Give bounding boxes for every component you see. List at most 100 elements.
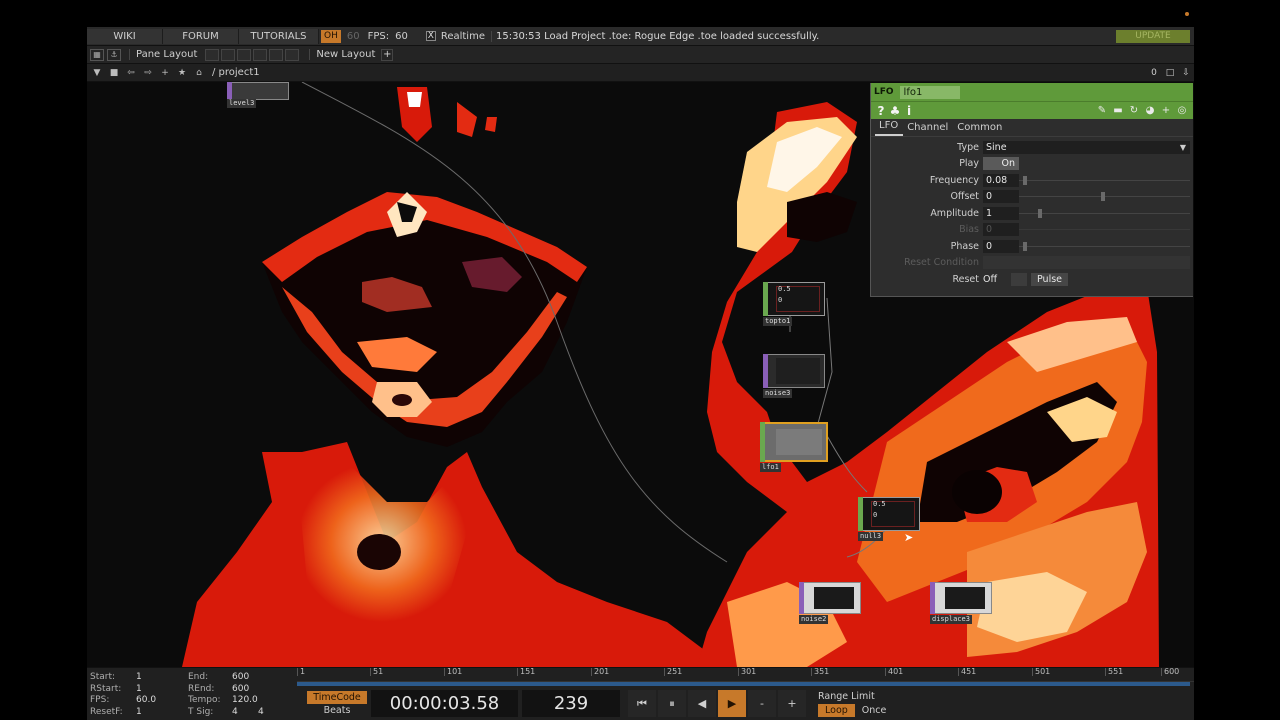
ruler-tick: 551 [1105, 668, 1123, 676]
slider-knob[interactable] [1101, 192, 1105, 202]
python-help-icon[interactable]: ♣ [888, 104, 902, 118]
timeline-playbar[interactable] [297, 682, 1190, 686]
layout-slot-5[interactable] [269, 48, 284, 61]
layout-slot-2[interactable] [221, 48, 236, 61]
back-icon[interactable]: ⇦ [124, 68, 138, 78]
timecode-button[interactable]: TimeCode [307, 690, 367, 704]
stat-row: ResetF: 1 T Sig: 4 4 [90, 707, 295, 719]
type-menu[interactable]: Sine ▼ [983, 140, 1190, 154]
timeline-ruler[interactable]: 1 51 101 151 201 251 301 351 401 451 501 551 600 [297, 668, 1194, 682]
node-topto1[interactable]: 0.5 0 topto1 [763, 282, 825, 326]
stat-value[interactable]: 4 [232, 707, 258, 719]
once-button[interactable]: Once [855, 704, 894, 717]
param-label: Reset [952, 273, 979, 285]
reset-condition-field [983, 256, 1190, 270]
operator-name-field[interactable]: lfo1 [899, 85, 960, 99]
wiki-button[interactable]: WIKI [87, 28, 163, 44]
forward-icon[interactable]: ⇨ [141, 68, 155, 78]
layout-slot-1[interactable] [205, 48, 220, 61]
play-toggle[interactable]: On [983, 157, 1019, 171]
add-icon[interactable]: + [158, 68, 172, 78]
stat-value[interactable]: 1 [136, 684, 188, 696]
plus-button[interactable]: + [778, 690, 806, 717]
target-icon[interactable]: ◎ [1174, 105, 1190, 116]
maximize-icon[interactable]: □ [1162, 68, 1178, 78]
export-icon[interactable]: ↻ [1126, 105, 1142, 116]
tab-lfo[interactable]: LFO [875, 120, 904, 136]
stat-key: Tempo: [188, 695, 221, 705]
node-level3[interactable]: level3 [227, 82, 289, 108]
tab-channel[interactable]: Channel [903, 122, 953, 136]
pause-icon[interactable]: ⏸ [658, 690, 686, 717]
frequency-slider[interactable] [1019, 174, 1190, 187]
ruler-tick: 1 [297, 668, 305, 676]
color-icon[interactable]: ◕ [1142, 105, 1158, 116]
rewind-icon[interactable]: ⏮ [628, 690, 656, 717]
oh-badge[interactable]: OH [321, 29, 341, 43]
realtime-checkbox[interactable]: X [425, 31, 436, 41]
slider-knob[interactable] [1038, 208, 1042, 218]
tab-common[interactable]: Common [953, 122, 1007, 136]
add-layout-button[interactable]: + [381, 48, 394, 61]
node-label: lfo1 [760, 463, 781, 472]
node-displace3[interactable]: displace3 [930, 582, 992, 624]
help-icon[interactable]: ? [874, 104, 888, 118]
stat-value[interactable]: 60.0 [136, 695, 188, 707]
add-icon[interactable]: + [1158, 105, 1174, 116]
comment-icon[interactable]: ▬ [1110, 105, 1126, 116]
loop-button[interactable]: Loop [818, 704, 855, 717]
reset-toggle[interactable] [1011, 272, 1027, 286]
slider-track [1019, 245, 1190, 247]
stat-value[interactable]: 600 [232, 684, 284, 696]
realtime-label: Realtime [440, 30, 485, 42]
minus-button[interactable]: - [748, 690, 776, 717]
node-noise2[interactable]: noise2 [799, 582, 861, 624]
stat-value[interactable]: 1 [136, 672, 188, 684]
stat-value[interactable]: 120.0 [232, 695, 284, 707]
amplitude-field[interactable]: 1 [983, 206, 1019, 220]
step-back-icon[interactable]: ◀ [688, 690, 716, 717]
stat-value[interactable]: 1 [136, 707, 188, 719]
download-icon[interactable]: ⇩ [1178, 68, 1194, 78]
phase-field[interactable]: 0 [983, 239, 1019, 253]
play-icon[interactable]: ▶ [718, 690, 746, 717]
star-icon[interactable]: ★ [175, 68, 189, 78]
stat-row: Start: 1 End: 600 [90, 672, 295, 684]
time-display[interactable]: 00:00:03.58 [371, 690, 518, 717]
home-icon[interactable]: ⌂ [192, 68, 206, 78]
slider-knob[interactable] [1023, 241, 1027, 251]
layout-slot-3[interactable] [237, 48, 252, 61]
layout-slot-6[interactable] [285, 48, 300, 61]
pane-link-icon[interactable]: ⚓ [107, 48, 121, 61]
slider-knob[interactable] [1023, 175, 1027, 185]
param-header: LFO lfo1 [871, 83, 1193, 101]
chevron-down-icon[interactable]: ▼ [90, 68, 104, 78]
node-null3[interactable]: 0.5 0 null3 ➤ [858, 497, 920, 544]
ruler-tick: 301 [738, 668, 756, 676]
amplitude-slider[interactable] [1019, 207, 1190, 220]
node-label: noise2 [799, 615, 829, 624]
forum-button[interactable]: FORUM [163, 28, 239, 44]
update-button[interactable]: UPDATE [1116, 29, 1190, 43]
frame-display[interactable]: 239 [522, 690, 620, 717]
edit-icon[interactable]: ✎ [1094, 105, 1110, 116]
node-thumbnail [227, 82, 289, 100]
offset-field[interactable]: 0 [983, 190, 1019, 204]
frequency-field[interactable]: 0.08 [983, 173, 1019, 187]
phase-slider[interactable] [1019, 240, 1190, 253]
info-icon[interactable]: i [902, 104, 916, 118]
pane-split-icon[interactable]: ▦ [90, 48, 104, 61]
node-noise3[interactable]: noise3 [763, 354, 825, 398]
stat-value[interactable]: 600 [232, 672, 284, 684]
tutorials-button[interactable]: TUTORIALS [239, 28, 319, 44]
node-lfo1[interactable]: lfo1 [760, 422, 828, 472]
beats-button[interactable]: Beats [307, 704, 367, 717]
reset-value: Off [983, 273, 998, 285]
pulse-button[interactable]: Pulse [1031, 272, 1069, 286]
offset-slider[interactable] [1019, 190, 1190, 203]
network-path[interactable]: / project1 [212, 67, 260, 78]
stat-value[interactable]: 4 [258, 707, 278, 719]
layout-slot-4[interactable] [253, 48, 268, 61]
new-layout-button[interactable]: New Layout [309, 49, 375, 60]
stop-icon[interactable]: ■ [107, 68, 121, 78]
